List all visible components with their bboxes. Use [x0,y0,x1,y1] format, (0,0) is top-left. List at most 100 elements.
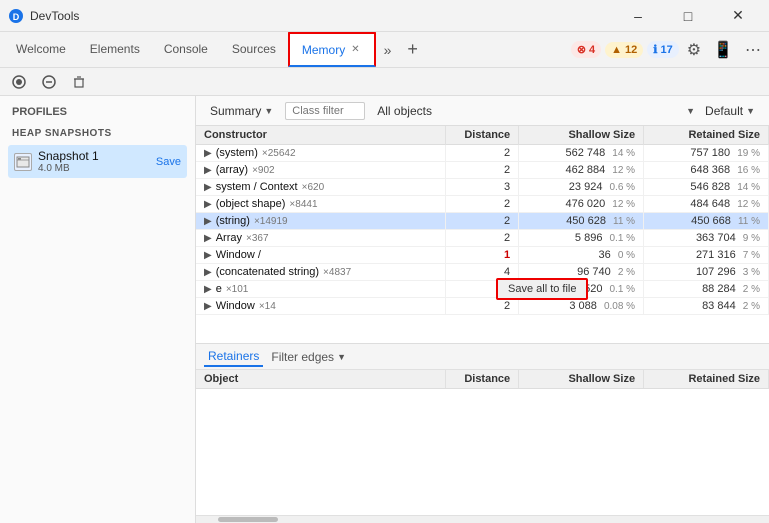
distance-cell: 1 [446,247,519,264]
maximize-button[interactable]: □ [665,0,711,32]
save-link[interactable]: Save [156,156,181,168]
save-all-button[interactable]: Save all to file [496,278,588,300]
table-row[interactable]: ▶ (system) ×25642 2 562 748 14 % 757 180… [196,145,769,162]
badge-row: ⊗ 4 ▲ 12 ℹ 17 ⚙ 📱 ⋯ [571,38,765,62]
table-row[interactable]: ▶ Window ×14 2 3 088 0.08 % 83 844 2 % [196,298,769,315]
summary-dropdown[interactable]: Summary ▼ [204,102,279,120]
default-dropdown[interactable]: Default ▼ [699,102,761,120]
devtools-icon: D [8,8,24,24]
shallow-size-cell: 462 884 12 % [519,162,644,179]
object-header[interactable]: Object [196,370,446,389]
shallow-size-cell: 5 896 0.1 % [519,230,644,247]
tab-console[interactable]: Console [152,32,220,67]
constructor-cell: ▶ (object shape) ×8441 [196,196,446,213]
shallow-size-cell: 3 088 0.08 % [519,298,644,315]
distance-cell: 3 [446,179,519,196]
constructor-cell: ▶ (concatenated string) ×4837 [196,264,446,281]
retained-size-header[interactable]: Retained Size [644,126,769,145]
shallow-size-header[interactable]: Shallow Size [519,126,644,145]
horizontal-scrollbar[interactable] [196,515,769,523]
info-badge[interactable]: ℹ 17 [647,41,678,58]
title-bar-left: D DevTools [8,8,79,24]
table-row[interactable]: ▶ (string) ×14919 2 450 628 11 % 450 668… [196,213,769,230]
table-row[interactable]: ▶ Array ×367 2 5 896 0.1 % 363 704 9 % [196,230,769,247]
scrollbar-thumb[interactable] [218,517,278,522]
error-icon: ⊗ [577,43,586,56]
sidebar: Profiles HEAP SNAPSHOTS Snapshot 1 4.0 M… [0,96,196,523]
snapshot-name: Snapshot 1 [38,149,99,163]
tab-welcome-label: Welcome [16,42,66,56]
more-tabs-button[interactable]: » [376,42,400,58]
distance-cell: 2 [446,145,519,162]
constructor-cell: ▶ (array) ×902 [196,162,446,179]
shallow-size-cell: 23 924 0.6 % [519,179,644,196]
settings-button[interactable]: ⚙ [683,38,705,62]
warning-badge[interactable]: ▲ 12 [605,42,643,58]
table-row[interactable]: ▶ (object shape) ×8441 2 476 020 12 % 48… [196,196,769,213]
title-bar: D DevTools – □ ✕ [0,0,769,32]
constructor-cell: ▶ (system) ×25642 [196,145,446,162]
snapshot-item[interactable]: Snapshot 1 4.0 MB Save [8,145,187,178]
table-row[interactable]: ▶ e ×101 2 5 520 0.1 % 88 284 2 % [196,281,769,298]
constructor-cell: ▶ (string) ×14919 [196,213,446,230]
error-badge[interactable]: ⊗ 4 [571,41,601,58]
tab-memory[interactable]: Memory ✕ [288,32,376,67]
app-title: DevTools [30,9,79,23]
heap-snapshots-label: HEAP SNAPSHOTS [8,126,187,141]
record-button[interactable] [8,73,30,91]
trash-icon [72,75,86,89]
constructor-cell: ▶ e ×101 [196,281,446,298]
heap-table: Constructor Distance Shallow Size Retain… [196,126,769,315]
all-objects-label: All objects [377,104,432,118]
tabs-container: Welcome Elements Console Sources Memory … [4,32,376,67]
action-toolbar [0,68,769,96]
add-tab-button[interactable]: + [399,39,426,60]
error-count: 4 [589,44,595,56]
retained-size-cell: 450 668 11 % [644,213,769,230]
lower-distance-header[interactable]: Distance [446,370,519,389]
snapshot-icon [14,153,32,171]
clear-button[interactable] [38,73,60,91]
table-row[interactable]: ▶ (concatenated string) ×4837 4 96 740 2… [196,264,769,281]
tab-elements[interactable]: Elements [78,32,152,67]
minimize-button[interactable]: – [615,0,661,32]
retained-size-cell: 271 316 7 % [644,247,769,264]
more-options-button[interactable]: ⋯ [741,38,765,62]
lower-panel: Retainers Filter edges ▼ Object Distance… [196,343,769,523]
tab-memory-close[interactable]: ✕ [349,43,361,56]
constructor-header[interactable]: Constructor [196,126,446,145]
retained-size-cell: 546 828 14 % [644,179,769,196]
retained-size-cell: 107 296 3 % [644,264,769,281]
retainers-tab[interactable]: Retainers [204,347,263,367]
remote-devices-button[interactable]: 📱 [709,38,737,62]
distance-cell: 2 [446,213,519,230]
close-button[interactable]: ✕ [715,0,761,32]
record-icon [12,75,26,89]
expand-arrow: ▶ [204,165,212,176]
snapshot-size: 4.0 MB [38,163,99,174]
table-row[interactable]: ▶ Window / 1 36 0 % 271 316 7 % [196,247,769,264]
all-objects-button[interactable]: All objects [371,102,438,120]
tab-sources[interactable]: Sources [220,32,288,67]
retained-size-cell: 363 704 9 % [644,230,769,247]
distance-header[interactable]: Distance [446,126,519,145]
info-icon: ℹ [653,43,657,56]
lower-shallow-header[interactable]: Shallow Size [519,370,644,389]
constructor-cell: ▶ system / Context ×620 [196,179,446,196]
filter-edges-button[interactable]: Filter edges ▼ [271,350,346,364]
shallow-size-cell: 450 628 11 % [519,213,644,230]
retained-size-cell: 757 180 19 % [644,145,769,162]
lower-retained-header[interactable]: Retained Size [644,370,769,389]
tab-welcome[interactable]: Welcome [4,32,78,67]
retained-size-cell: 88 284 2 % [644,281,769,298]
delete-button[interactable] [68,73,90,91]
table-row[interactable]: ▶ (array) ×902 2 462 884 12 % 648 368 16… [196,162,769,179]
lower-table-content [196,389,769,515]
clear-icon [42,75,56,89]
distance-cell: 2 [446,162,519,179]
class-filter-input[interactable] [285,102,365,120]
filter-edges-arrow: ▼ [337,352,346,362]
shallow-size-cell: 36 0 % [519,247,644,264]
table-row[interactable]: ▶ system / Context ×620 3 23 924 0.6 % 5… [196,179,769,196]
default-label: Default [705,104,743,118]
